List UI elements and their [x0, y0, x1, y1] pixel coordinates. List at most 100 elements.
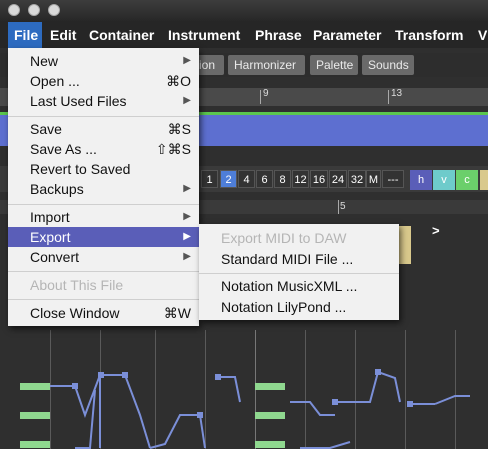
- grid-button-24[interactable]: 24: [329, 170, 347, 188]
- note-handle[interactable]: [122, 372, 128, 378]
- tab-harmonizer[interactable]: Harmonizer: [228, 55, 305, 75]
- tick-mark: [338, 200, 339, 214]
- menu-item-label: Save: [30, 121, 62, 137]
- zoom-window-button[interactable]: [48, 4, 60, 16]
- submenu-item-lilypond[interactable]: Notation LilyPond ...: [199, 297, 399, 317]
- menu-container[interactable]: Container: [89, 22, 154, 48]
- submenu-arrow-icon: ▶: [183, 231, 191, 242]
- note-handle[interactable]: [98, 372, 104, 378]
- note-line[interactable]: [290, 401, 335, 416]
- menu-item-label: New: [30, 53, 59, 69]
- grid-button-2[interactable]: 2: [220, 170, 237, 188]
- menu-item-label: Standard MIDI File ...: [221, 251, 354, 267]
- bar-note[interactable]: [20, 441, 50, 448]
- submenu-item-export-midi-daw: Export MIDI to DAW: [199, 228, 399, 248]
- submenu-arrow-icon: ▶: [183, 211, 191, 222]
- note-line[interactable]: [335, 370, 401, 403]
- menu-parameter[interactable]: Parameter: [313, 22, 382, 48]
- menu-item-close-window[interactable]: Close Window ⌘W: [8, 303, 199, 323]
- window-titlebar: [0, 0, 488, 22]
- grid-button-4[interactable]: 4: [238, 170, 255, 188]
- menu-separator: [8, 271, 199, 272]
- h-button[interactable]: h: [410, 170, 432, 190]
- grid-button-6[interactable]: 6: [256, 170, 273, 188]
- grid-button-12[interactable]: 12: [292, 170, 309, 188]
- tab-palette[interactable]: Palette: [310, 55, 358, 75]
- bar-note[interactable]: [20, 412, 50, 419]
- bar-note[interactable]: [255, 412, 285, 419]
- c-button[interactable]: c: [456, 170, 478, 190]
- menu-file[interactable]: File: [8, 22, 42, 48]
- grid-button-m[interactable]: M: [366, 170, 381, 188]
- minimize-window-button[interactable]: [28, 4, 40, 16]
- menu-transform[interactable]: Transform: [395, 22, 463, 48]
- menu-edit[interactable]: Edit: [50, 22, 76, 48]
- extra-button[interactable]: [480, 170, 488, 190]
- note-handle[interactable]: [72, 383, 78, 389]
- menu-bar: File Edit Container Instrument Phrase Pa…: [0, 22, 488, 48]
- tab-sounds[interactable]: Sounds: [362, 55, 414, 75]
- grid-button-16[interactable]: 16: [310, 170, 328, 188]
- menu-item-export[interactable]: Export ▶: [8, 227, 199, 247]
- menu-item-revert[interactable]: Revert to Saved: [8, 159, 199, 179]
- submenu-item-musicxml[interactable]: Notation MusicXML ...: [199, 276, 399, 296]
- menu-phrase[interactable]: Phrase: [255, 22, 302, 48]
- menu-item-label: Backups: [30, 181, 84, 197]
- shortcut-label: ⌘S: [167, 121, 191, 137]
- close-window-button[interactable]: [8, 4, 20, 16]
- menu-item-label: About This File: [30, 277, 124, 293]
- menu-item-label: Convert: [30, 249, 80, 265]
- submenu-arrow-icon: ▶: [183, 95, 191, 106]
- menu-item-label: Notation MusicXML ...: [221, 278, 358, 294]
- v-button[interactable]: v: [433, 170, 455, 190]
- note-line[interactable]: [300, 441, 351, 449]
- menu-item-convert[interactable]: Convert ▶: [8, 247, 199, 267]
- note-handle[interactable]: [407, 401, 413, 407]
- bar-note[interactable]: [255, 383, 285, 390]
- note-line[interactable]: [74, 374, 101, 448]
- menu-separator: [199, 273, 399, 274]
- menu-item-label: Notation LilyPond ...: [221, 299, 347, 315]
- note-handle[interactable]: [215, 374, 221, 380]
- tick-label-9: 9: [263, 88, 269, 99]
- note-line[interactable]: [199, 414, 206, 449]
- menu-instrument[interactable]: Instrument: [168, 22, 240, 48]
- menu-item-open[interactable]: Open ... ⌘O: [8, 71, 199, 91]
- submenu-item-standard-midi[interactable]: Standard MIDI File ...: [199, 249, 399, 269]
- bar-note[interactable]: [255, 441, 285, 448]
- note-handle[interactable]: [332, 399, 338, 405]
- note-handle[interactable]: [197, 412, 203, 418]
- menu-item-last-used-files[interactable]: Last Used Files ▶: [8, 91, 199, 111]
- menu-item-import[interactable]: Import ▶: [8, 207, 199, 227]
- grid-button-none[interactable]: ---: [382, 170, 404, 188]
- menu-item-label: Last Used Files: [30, 93, 127, 109]
- note-line[interactable]: [124, 374, 151, 449]
- menu-separator: [8, 299, 199, 300]
- file-menu-dropdown: New ▶ Open ... ⌘O Last Used Files ▶ Save…: [8, 48, 199, 326]
- note-line[interactable]: [434, 395, 470, 405]
- menu-item-label: Save As ...: [30, 141, 97, 157]
- menu-item-backups[interactable]: Backups ▶: [8, 179, 199, 199]
- note-line[interactable]: [149, 414, 200, 449]
- menu-item-save[interactable]: Save ⌘S: [8, 119, 199, 139]
- tab-composition[interactable]: ion: [197, 55, 224, 75]
- menu-item-label: Close Window: [30, 305, 120, 321]
- expand-arrow[interactable]: >: [432, 223, 440, 238]
- grid-button-1[interactable]: 1: [201, 170, 218, 188]
- menu-item-new[interactable]: New ▶: [8, 51, 199, 71]
- tick-label-13: 13: [391, 88, 403, 99]
- note-line[interactable]: [218, 376, 241, 403]
- menu-item-label: Export: [30, 229, 71, 245]
- bar-note[interactable]: [20, 383, 50, 390]
- menu-view[interactable]: V: [478, 22, 487, 48]
- menu-separator: [8, 204, 199, 205]
- grid-button-32[interactable]: 32: [348, 170, 366, 188]
- note-graph[interactable]: [0, 340, 488, 449]
- menu-item-save-as[interactable]: Save As ... ⇧⌘S: [8, 139, 199, 159]
- menu-item-label: Export MIDI to DAW: [221, 230, 347, 246]
- export-submenu: Export MIDI to DAW Standard MIDI File ..…: [199, 224, 399, 320]
- tick-label-5: 5: [340, 201, 346, 212]
- grid-button-8[interactable]: 8: [274, 170, 291, 188]
- note-handle[interactable]: [375, 369, 381, 375]
- shortcut-label: ⌘O: [166, 73, 191, 89]
